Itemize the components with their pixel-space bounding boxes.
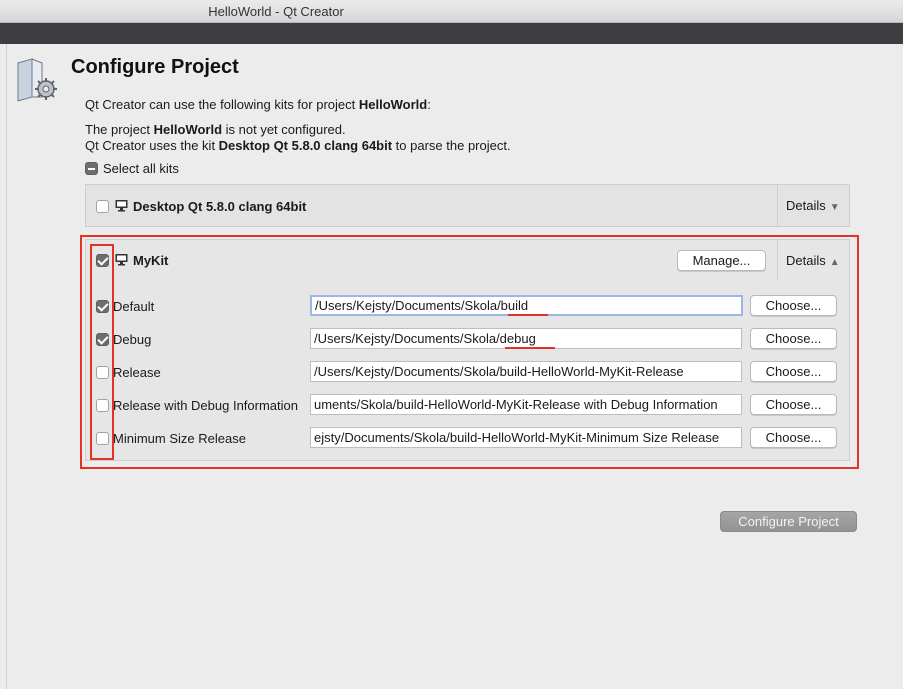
status-not-configured: The project HelloWorld is not yet config…: [85, 122, 346, 137]
select-all-kits-label: Select all kits: [103, 161, 179, 176]
annotation-underline-debug: [505, 347, 555, 349]
annotation-underline-build: [508, 314, 548, 316]
kit-header: Desktop Qt 5.8.0 clang 64bit Details ▼: [86, 185, 849, 226]
annotation-box-checkboxes: [90, 244, 114, 460]
configure-project-button[interactable]: Configure Project: [720, 511, 857, 532]
annotation-box-mykit: [80, 235, 859, 469]
kit-panel-desktop-qt: Desktop Qt 5.8.0 clang 64bit Details ▼: [85, 184, 850, 227]
window-title: HelloWorld - Qt Creator: [208, 4, 344, 19]
page-title: Configure Project: [71, 56, 239, 78]
window-titlebar: HelloWorld - Qt Creator: [0, 0, 903, 23]
status-parse-kit: Qt Creator uses the kit Desktop Qt 5.8.0…: [85, 138, 511, 153]
chevron-down-icon: ▼: [829, 202, 840, 213]
details-toggle-desktop-qt[interactable]: Details ▼: [777, 185, 849, 226]
dark-toolbar-strip: [0, 23, 903, 44]
monitor-icon: [115, 200, 128, 212]
kit-name-desktop-qt: Desktop Qt 5.8.0 clang 64bit: [133, 199, 307, 214]
intro-text: Qt Creator can use the following kits fo…: [85, 97, 431, 112]
select-all-kits-checkbox[interactable]: [85, 162, 98, 175]
kit-checkbox-desktop-qt[interactable]: [96, 200, 109, 213]
project-settings-icon: [17, 58, 57, 102]
